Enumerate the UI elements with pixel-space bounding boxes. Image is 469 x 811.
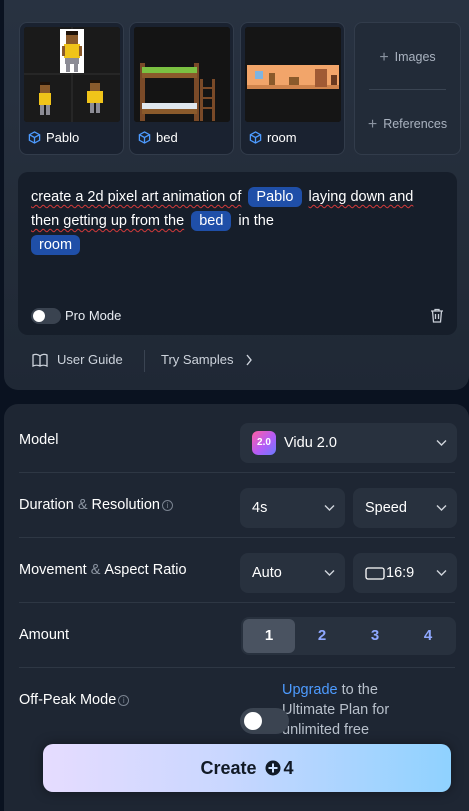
user-guide-label: User Guide [57,352,123,367]
model-select[interactable]: 2.0 Vidu 2.0 [240,423,457,463]
amount-row: Amount 1 2 3 4 [19,603,456,668]
try-samples-label: Try Samples [161,352,234,367]
prompt-segment: create a 2d pixel art animation of [31,189,242,205]
upgrade-link[interactable]: Upgrade [282,682,338,698]
model-value: Vidu 2.0 [284,435,337,451]
amount-option-1[interactable]: 1 [243,619,295,653]
label-part: Aspect Ratio [104,562,187,578]
plus-icon: + [379,49,389,66]
resolution-value: Speed [365,500,407,516]
chevron-down-icon [324,505,335,511]
reference-thumbnail-room [245,27,341,122]
add-references-label: References [383,117,448,131]
aspect-ratio-value: 16:9 [386,565,415,581]
duration-resolution-label: Duration & Resolution i [19,473,173,537]
prompt-input[interactable]: create a 2d pixel art animation of Pablo… [18,172,457,335]
credit-count: 4 [283,757,294,778]
amount-option-4[interactable]: 4 [402,619,454,653]
reference-chip-pablo[interactable]: Pablo [248,187,302,207]
model-row: Model 2.0 Vidu 2.0 [19,408,457,473]
aspect-ratio-select[interactable]: 16:9 [353,553,457,593]
info-icon[interactable]: i [118,694,130,706]
prompt-segment: in the [238,213,274,229]
add-images-button[interactable]: + Images [355,49,460,67]
cube-icon [28,131,41,144]
create-label: Create [200,757,257,778]
ampersand: & [90,562,101,578]
reference-card-room[interactable]: room [240,22,345,155]
prompt-segment: then getting up from the [31,213,185,229]
model-label: Model [19,432,59,448]
reference-chip-room[interactable]: room [31,235,81,255]
movement-aspect-row: Movement & Aspect Ratio Auto 16:9 [19,538,457,603]
reference-name: Pablo [46,130,80,145]
upgrade-note: Upgrade to the Ultimate Plan for unlimit… [282,680,422,740]
reference-label-bed: bed [138,130,178,145]
movement-aspect-label: Movement & Aspect Ratio [19,538,187,602]
label-part: Duration [19,497,74,513]
off-peak-label: Off-Peak Mode i [19,668,130,732]
reference-panel: Pablo bed room + Images + References cre… [4,0,469,390]
toggle-knob [33,310,45,322]
try-samples-link[interactable]: Try Samples [161,352,253,367]
ampersand: & [77,497,88,513]
label-part: Resolution [91,497,160,513]
reference-thumbnail-bed [134,27,230,122]
chevron-right-icon [246,354,253,365]
toggle-knob [244,712,262,730]
plus-icon: + [367,116,378,133]
reference-label-pablo: Pablo [28,130,79,145]
prompt-segment: laying down and [308,189,414,205]
credit-icon [265,760,280,776]
movement-value: Auto [252,565,282,581]
movement-select[interactable]: Auto [240,553,345,593]
off-peak-toggle[interactable] [240,708,289,734]
duration-resolution-row: Duration & Resolution i 4s Speed [19,473,457,538]
user-guide-link[interactable]: User Guide [32,352,123,367]
info-icon[interactable]: i [162,499,173,511]
chevron-down-icon [324,570,335,576]
reference-name: room [267,130,297,145]
trash-icon[interactable] [430,308,444,323]
reference-chip-bed[interactable]: bed [191,211,232,231]
amount-selector: 1 2 3 4 [241,617,456,655]
amount-label: Amount [19,627,69,643]
add-reference-card: + Images + References [354,22,461,155]
duration-select[interactable]: 4s [240,488,345,528]
reference-card-bed[interactable]: bed [129,22,234,155]
vidu-logo-icon: 2.0 [252,431,276,455]
add-references-button[interactable]: + References [355,116,460,134]
reference-thumbnail-pablo [24,27,120,122]
toggle-switch[interactable] [31,308,61,324]
reference-card-pablo[interactable]: Pablo [19,22,124,155]
cube-icon [138,131,151,144]
reference-label-room: room [249,130,297,145]
label-part: Movement [19,562,87,578]
label-part: Off-Peak Mode [19,692,117,708]
cube-icon [249,131,262,144]
prompt-text[interactable]: create a 2d pixel art animation of Pablo… [31,185,441,257]
chevron-down-icon [436,570,447,576]
book-icon [32,353,48,367]
chevron-down-icon [436,505,447,511]
amount-option-3[interactable]: 3 [349,619,401,653]
reference-name: bed [156,130,178,145]
divider [144,350,145,372]
resolution-select[interactable]: Speed [353,488,457,528]
create-button[interactable]: Create 4 [43,744,451,792]
amount-option-2[interactable]: 2 [296,619,348,653]
aspect-ratio-icon [365,566,385,580]
divider [369,89,446,90]
duration-value: 4s [252,500,268,516]
pro-mode-label: Pro Mode [65,308,122,323]
add-images-label: Images [394,50,436,64]
chevron-down-icon [436,440,447,446]
